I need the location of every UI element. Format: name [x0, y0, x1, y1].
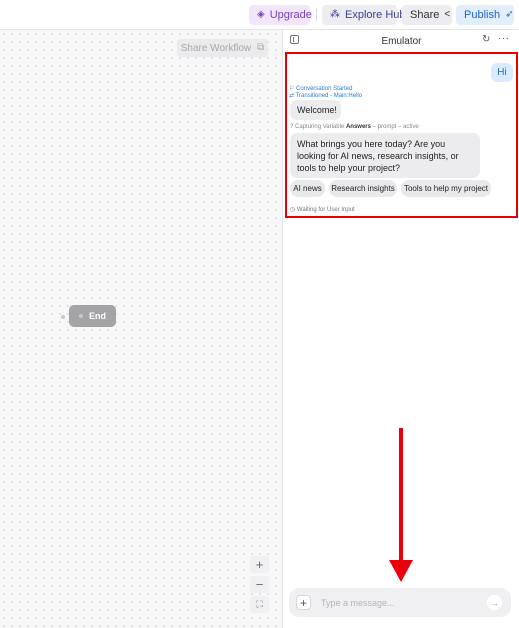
publish-label: Publish	[464, 9, 501, 21]
more-options-icon[interactable]: ···	[498, 33, 510, 44]
choice-label: Research insights	[331, 184, 395, 193]
divider	[316, 9, 317, 21]
upgrade-label: Upgrade	[269, 9, 312, 21]
plus-icon: +	[255, 557, 264, 572]
annotation-arrow-shaft	[399, 428, 403, 562]
capture-status: ? Capturing Variable Answers – prompt – …	[290, 124, 419, 130]
share-button[interactable]: Share <	[402, 5, 452, 25]
explore-hub-label: Explore Hub	[345, 9, 406, 21]
capture-prefix: Capturing Variable	[295, 124, 345, 130]
minus-icon: −	[255, 577, 264, 592]
end-node-label: End	[89, 311, 106, 321]
bot-message-bubble: Welcome!	[290, 100, 341, 120]
zoom-out-button[interactable]: −	[250, 576, 269, 593]
waiting-label: Waiting for User Input	[296, 207, 355, 213]
end-node[interactable]: End	[69, 305, 116, 327]
zoom-in-button[interactable]: +	[250, 556, 269, 573]
connection-port[interactable]	[61, 315, 65, 319]
explore-hub-icon: ⁂	[330, 9, 340, 20]
user-message-bubble: Hi	[491, 63, 513, 82]
external-link-icon: ⧉	[257, 42, 265, 53]
publish-button[interactable]: Publish ➶	[456, 5, 514, 25]
event-transitioned-label: Transitioned - Main:Hello	[295, 93, 363, 99]
workflow-canvas[interactable]: Share Workflow ⧉ End + − ⛶	[0, 30, 280, 628]
event-transitioned: ⇄ Transitioned - Main:Hello	[289, 92, 362, 99]
share-icon: <	[444, 9, 451, 20]
capture-variable: Answers	[345, 124, 371, 130]
upgrade-button[interactable]: ◈ Upgrade	[249, 5, 312, 25]
gem-icon: ◈	[257, 9, 265, 20]
share-workflow-button[interactable]: Share Workflow ⧉	[177, 39, 268, 57]
send-icon[interactable]: →	[487, 595, 502, 610]
rocket-icon: ➶	[505, 9, 514, 20]
add-attachment-button[interactable]: +	[296, 595, 311, 610]
waiting-status: ◷ Waiting for User Input	[290, 206, 355, 213]
capture-suffix: – prompt – active	[372, 124, 419, 130]
choice-chip-tools[interactable]: Tools to help my project	[401, 180, 491, 197]
message-composer: + →	[289, 588, 511, 617]
choice-label: AI news	[293, 184, 322, 193]
node-port-icon	[79, 314, 83, 318]
choice-label: Tools to help my project	[403, 184, 489, 193]
top-bar: ◈ Upgrade ⁂ Explore Hub Share < Publish …	[0, 0, 519, 30]
fit-view-button[interactable]: ⛶	[250, 596, 269, 613]
bot-question-text: What brings you here today? Are you look…	[297, 139, 459, 173]
clock-icon: ◷	[290, 207, 296, 213]
transition-icon: ⇄	[289, 93, 295, 99]
reset-icon[interactable]: ↻	[482, 34, 490, 45]
capture-icon: ?	[290, 124, 294, 130]
share-label: Share	[410, 9, 440, 21]
bot-question-bubble: What brings you here today? Are you look…	[290, 133, 480, 178]
event-conversation-started: ⚐ Conversation Started	[289, 85, 352, 92]
fit-view-icon: ⛶	[256, 599, 263, 609]
bot-welcome-text: Welcome!	[297, 105, 337, 115]
emulator-header: Emulator ↻ ···	[283, 30, 519, 50]
message-input[interactable]	[321, 595, 471, 610]
choice-chip-research-insights[interactable]: Research insights	[329, 180, 397, 197]
choice-chip-ai-news[interactable]: AI news	[290, 180, 325, 197]
emulator-panel: Emulator ↻ ··· Hi ⚐ Conversation Started…	[282, 30, 519, 628]
explore-hub-button[interactable]: ⁂ Explore Hub	[322, 5, 406, 25]
annotation-arrow-head	[389, 560, 413, 582]
share-workflow-label: Share Workflow	[180, 42, 252, 54]
conversation-log: Hi ⚐ Conversation Started ⇄ Transitioned…	[285, 52, 518, 218]
